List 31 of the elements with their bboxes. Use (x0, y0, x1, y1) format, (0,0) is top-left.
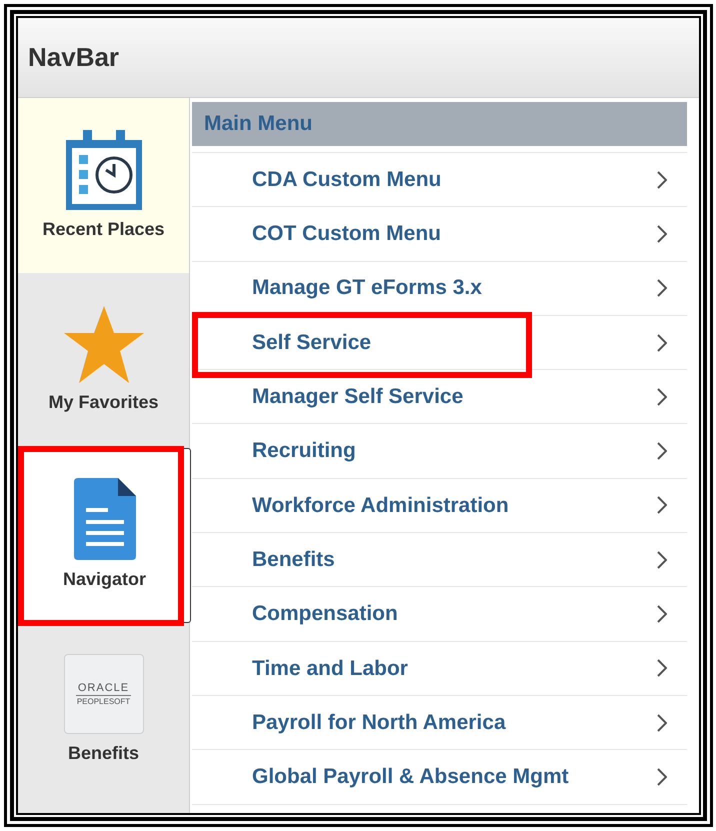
chevron-right-icon (657, 279, 667, 298)
menu-item[interactable]: Self Service (192, 316, 687, 370)
navbar-title: NavBar (28, 41, 120, 74)
chevron-right-icon (657, 550, 667, 569)
chevron-right-icon (657, 334, 667, 352)
menu-item[interactable]: CDA Custom Menu (192, 153, 687, 208)
menu-item[interactable]: Benefits (192, 533, 687, 588)
menu-item[interactable]: Manager Self Service (192, 370, 687, 424)
star-icon (64, 306, 144, 382)
menu-item[interactable]: Compensation (192, 587, 687, 642)
peoplesoft-logo: ORACLE PEOPLESOFT (64, 654, 144, 734)
main-menu-title: Main Menu (204, 111, 312, 138)
sidebar-tile[interactable]: Recent Places (18, 98, 189, 273)
menu-item[interactable]: Workforce Administration (192, 478, 687, 534)
chevron-right-icon (657, 605, 667, 624)
chevron-right-icon (657, 714, 667, 732)
menu-item[interactable]: Payroll for North America (192, 696, 687, 750)
menu-item[interactable]: Global Payroll & Absence Mgmt (192, 750, 687, 805)
chevron-right-icon (657, 496, 667, 514)
menu-item[interactable]: Manage GT eForms 3.x (192, 262, 687, 316)
menu-item[interactable]: Recruiting (192, 424, 687, 479)
calendar-clock-icon (66, 128, 142, 210)
chevron-right-icon (657, 442, 667, 460)
menu-item[interactable]: Time and Labor (192, 642, 687, 696)
chevron-right-icon (657, 170, 667, 189)
chevron-right-icon (657, 659, 667, 678)
chevron-right-icon (657, 388, 667, 406)
chevron-right-icon (657, 224, 667, 243)
document-icon (74, 478, 136, 560)
menu-item[interactable]: COT Custom Menu (192, 207, 687, 262)
chevron-right-icon (657, 768, 667, 786)
